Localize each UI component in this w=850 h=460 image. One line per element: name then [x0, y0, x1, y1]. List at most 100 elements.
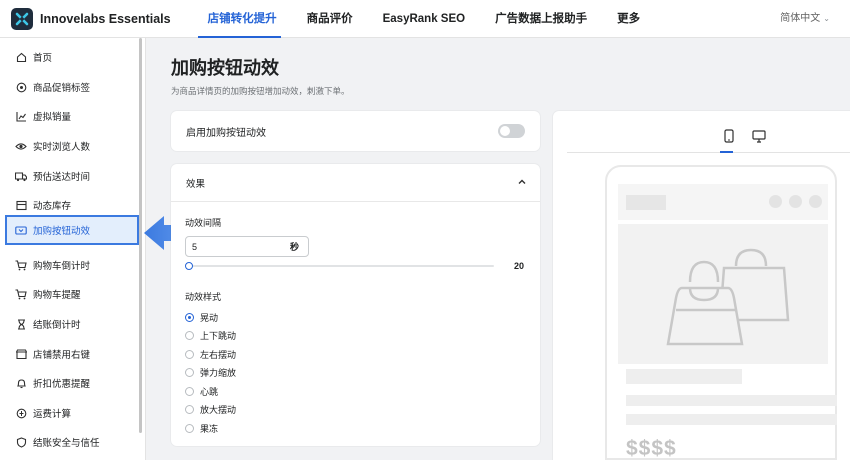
- sidebar: 首页 商品促销标签 虚拟销量 实时浏览人数 预估送达时间 动态库存 加购按钮动效…: [0, 38, 146, 460]
- price-placeholder: $$$$: [626, 437, 677, 460]
- sidebar-item-disable-right-click[interactable]: 店铺禁用右键: [5, 340, 139, 368]
- enable-toggle[interactable]: [498, 124, 525, 138]
- skeleton-line: [626, 395, 837, 406]
- preview-card: $$$$: [553, 111, 850, 460]
- page-subtitle: 为商品详情页的加购按钮增加动效，刺激下单。: [171, 86, 350, 96]
- radio[interactable]: [185, 330, 194, 340]
- chart-icon: [15, 110, 27, 122]
- nav-item-ad-data[interactable]: 广告数据上报助手: [480, 0, 602, 38]
- chevron-up-icon[interactable]: [518, 178, 526, 186]
- enable-card: 启用加购按钮动效: [171, 111, 540, 151]
- sidebar-item-cart-button-animation[interactable]: 加购按钮动效: [5, 215, 139, 245]
- sidebar-item-discount-reminder[interactable]: 折扣优惠提醒: [5, 369, 139, 397]
- sidebar-item-live-viewers[interactable]: 实时浏览人数: [5, 132, 139, 160]
- top-bar: Innovelabs Essentials 店铺转化提升 商品评价 EasyRa…: [0, 0, 850, 38]
- radio-option-jelly[interactable]: 果冻: [185, 421, 218, 435]
- interval-input[interactable]: 5 秒: [185, 236, 309, 257]
- language-selector[interactable]: 简体中文 ⌄: [780, 0, 830, 38]
- radio[interactable]: [185, 367, 194, 377]
- radio-option-heartbeat[interactable]: 心跳: [185, 384, 218, 398]
- badge-icon: [15, 81, 27, 93]
- radio[interactable]: [185, 386, 194, 396]
- phone-header-skeleton: [618, 184, 828, 220]
- sidebar-item-virtual-sales[interactable]: 虚拟销量: [5, 102, 139, 130]
- cart-icon: [15, 259, 27, 271]
- sidebar-item-label: 运费计算: [33, 409, 72, 420]
- sidebar-item-label: 首页: [33, 53, 53, 64]
- radio-label: 心跳: [200, 386, 219, 397]
- skeleton-dot: [769, 195, 782, 208]
- sidebar-item-label: 结账倒计时: [33, 320, 81, 331]
- phone-mockup: $$$$: [605, 165, 837, 460]
- radio-selected[interactable]: [185, 312, 194, 322]
- sidebar-item-label: 动态库存: [33, 201, 72, 212]
- sidebar-item-promo-badge[interactable]: 商品促销标签: [5, 73, 139, 101]
- sidebar-item-home[interactable]: 首页: [5, 43, 139, 71]
- cart-icon: [15, 288, 27, 300]
- radio-label: 左右摆动: [200, 349, 237, 360]
- eye-icon: [15, 140, 27, 152]
- radio-label: 放大摆动: [200, 404, 237, 415]
- shield-icon: [15, 436, 27, 448]
- app-name: Innovelabs Essentials: [40, 11, 171, 26]
- effect-section-header[interactable]: 效果: [171, 164, 540, 202]
- skeleton-dot: [789, 195, 802, 208]
- sidebar-item-label: 预估送达时间: [33, 172, 91, 183]
- mouse-icon: [15, 348, 27, 360]
- shopping-bags-icon: [666, 248, 790, 346]
- bell-icon: [15, 377, 27, 389]
- radio-option-swing[interactable]: 左右摆动: [185, 347, 236, 361]
- sidebar-item-label: 店铺禁用右键: [33, 350, 91, 361]
- effect-section-title: 效果: [186, 178, 206, 190]
- style-label: 动效样式: [185, 292, 222, 302]
- sidebar-item-label: 加购按钮动效: [33, 226, 91, 237]
- app-logo-icon: [11, 7, 33, 30]
- radio[interactable]: [185, 349, 194, 359]
- skeleton-dot: [809, 195, 822, 208]
- interval-slider-handle[interactable]: [185, 262, 193, 270]
- cart-button-icon: [15, 224, 27, 236]
- nav-item-easyrank-seo[interactable]: EasyRank SEO: [368, 0, 480, 38]
- home-icon: [15, 51, 27, 63]
- hourglass-icon: [15, 318, 27, 330]
- radio[interactable]: [185, 423, 194, 433]
- top-nav: 店铺转化提升 商品评价 EasyRank SEO 广告数据上报助手 更多: [193, 0, 655, 38]
- radio-option-elastic[interactable]: 弹力缩放: [185, 365, 236, 379]
- sidebar-item-label: 商品促销标签: [33, 83, 91, 94]
- device-tabs: [567, 111, 850, 153]
- truck-icon: [15, 170, 27, 182]
- sidebar-item-cart-countdown[interactable]: 购物车倒计时: [5, 251, 139, 279]
- radio-option-shake[interactable]: 晃动: [185, 310, 218, 324]
- sidebar-item-cart-reminder[interactable]: 购物车提醒: [5, 280, 139, 308]
- sidebar-item-checkout-security[interactable]: 结账安全与信任: [5, 428, 139, 456]
- toggle-knob: [500, 126, 510, 136]
- product-image-placeholder: [618, 224, 828, 364]
- interval-slider-track[interactable]: [189, 265, 494, 267]
- language-label: 简体中文: [780, 13, 821, 24]
- chevron-down-icon: ⌄: [823, 14, 830, 23]
- slider-max-value: 20: [514, 261, 525, 271]
- nav-item-conversion[interactable]: 店铺转化提升: [193, 0, 292, 38]
- desktop-icon[interactable]: [752, 129, 766, 143]
- sidebar-item-label: 实时浏览人数: [33, 142, 91, 153]
- inventory-icon: [15, 199, 27, 211]
- nav-item-more[interactable]: 更多: [602, 0, 655, 38]
- sidebar-item-label: 折扣优惠提醒: [33, 379, 91, 390]
- skeleton-title: [626, 369, 742, 384]
- interval-value[interactable]: 5: [186, 242, 290, 252]
- radio-option-zoom-swing[interactable]: 放大摆动: [185, 402, 236, 416]
- sidebar-item-checkout-countdown[interactable]: 结账倒计时: [5, 310, 139, 338]
- radio-label: 弹力缩放: [200, 367, 237, 378]
- sidebar-item-delivery-time[interactable]: 预估送达时间: [5, 162, 139, 190]
- mobile-icon[interactable]: [722, 129, 736, 143]
- enable-label: 启用加购按钮动效: [186, 127, 266, 139]
- radio[interactable]: [185, 404, 194, 414]
- skeleton-logo: [626, 194, 666, 210]
- effect-settings-card: 效果 动效间隔 5 秒 20 动效样式 晃动 上下跳动 左右摆动 弹力缩放 心跳…: [171, 164, 540, 446]
- interval-unit: 秒: [289, 242, 299, 252]
- radio-option-bounce[interactable]: 上下跳动: [185, 328, 236, 342]
- sidebar-item-shipping-calculator[interactable]: 运费计算: [5, 399, 139, 427]
- interval-label: 动效间隔: [185, 218, 222, 228]
- nav-item-reviews[interactable]: 商品评价: [292, 0, 368, 38]
- radio-label: 晃动: [200, 312, 219, 323]
